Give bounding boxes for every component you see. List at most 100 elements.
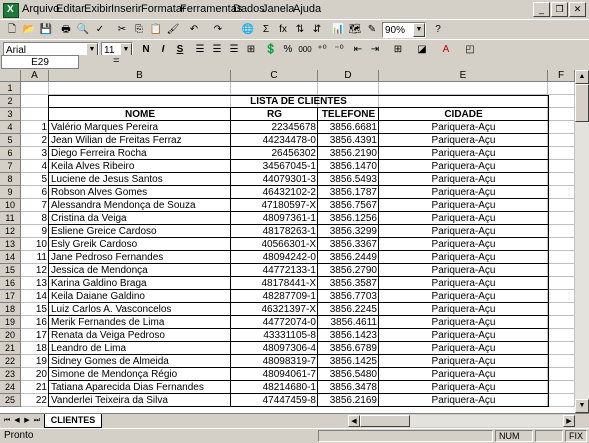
spelling-icon[interactable]: ✓ [92,22,108,38]
name-box[interactable]: E29 [1,55,79,69]
format-painter-icon[interactable]: 🖌 [165,22,181,38]
print-icon[interactable]: 🖶 [58,22,74,38]
row-header[interactable]: 21 [0,342,21,355]
first-sheet-icon[interactable]: ⏮ [2,415,12,427]
sort-ascending-icon[interactable]: ⇅ [292,22,308,38]
next-sheet-icon[interactable]: ▶ [22,415,32,427]
row-header[interactable]: 13 [0,238,21,251]
undo-icon[interactable]: ↶ [186,22,202,38]
row-header[interactable]: 17 [0,290,21,303]
row-header[interactable]: 16 [0,277,21,290]
row-header[interactable]: 20 [0,329,21,342]
vertical-scrollbar[interactable]: ▲ ▼ [575,70,589,413]
cell-number[interactable]: 12 [21,264,49,277]
row-header[interactable]: 5 [0,134,21,147]
row-header[interactable]: 8 [0,173,21,186]
cell-number[interactable]: 14 [21,290,49,303]
menu-editar[interactable]: Editar [56,3,85,15]
row-header[interactable]: 2 [0,95,21,108]
drawing-icon[interactable]: ✎ [364,22,380,38]
scroll-up-icon[interactable]: ▲ [575,70,589,84]
cell-number[interactable]: 9 [21,225,49,238]
row-header[interactable]: 25 [0,394,21,407]
row-header[interactable]: 4 [0,121,21,134]
row-header[interactable]: 12 [0,225,21,238]
chevron-down-icon[interactable]: ▼ [413,23,425,37]
hscroll-thumb[interactable] [360,415,410,427]
open-icon[interactable]: 📂 [21,22,37,38]
cell-number[interactable]: 2 [21,134,49,147]
scroll-left-icon[interactable]: ◀ [348,415,360,427]
menu-ajuda[interactable]: Ajuda [293,3,321,15]
cell-number[interactable]: 18 [21,342,49,355]
spreadsheet-grid[interactable]: A B C D E F 1 2 3 4 5 6 7 8 9 10 11 12 13 14 15 16 17 18 19 20 21 2… [0,70,575,413]
cell-number[interactable]: 21 [21,381,49,394]
last-sheet-icon[interactable]: ⏭ [32,415,42,427]
row-header[interactable]: 15 [0,264,21,277]
close-icon[interactable]: ✕ [569,2,586,17]
formula-equals[interactable]: = [113,55,119,67]
excel-icon[interactable] [3,3,19,18]
cell-number[interactable]: 7 [21,199,49,212]
row-header[interactable]: 3 [0,108,21,121]
cell-number[interactable]: 22 [21,394,49,407]
row-header[interactable]: 14 [0,251,21,264]
menu-exibir[interactable]: Exibir [84,3,112,15]
column-header-d[interactable]: D [318,70,379,82]
new-icon[interactable]: 🗋 [4,22,20,38]
row-header[interactable]: 6 [0,147,21,160]
cell-number[interactable]: 19 [21,355,49,368]
tab-clientes[interactable]: CLIENTES [44,414,102,428]
zoom-combo[interactable]: 90% ▼ [382,22,426,38]
cell-number[interactable]: 17 [21,329,49,342]
hyperlink-icon[interactable]: 🌐 [240,22,256,38]
help-icon[interactable]: ? [430,22,446,38]
chart-wizard-icon[interactable]: 📊 [330,22,346,38]
cell-number[interactable]: 4 [21,160,49,173]
horizontal-scrollbar[interactable]: ◀ ▶ [348,415,575,427]
copy-icon[interactable]: ⎘ [131,22,147,38]
menu-arquivo[interactable]: Arquivo [22,3,59,15]
paste-icon[interactable]: 📋 [148,22,164,38]
cell-number[interactable]: 5 [21,173,49,186]
row-header[interactable]: 9 [0,186,21,199]
cell-number[interactable]: 3 [21,147,49,160]
menu-formatar[interactable]: Formatar [141,3,186,15]
cell-number[interactable]: 10 [21,238,49,251]
row-header[interactable]: 19 [0,316,21,329]
row-header[interactable]: 7 [0,160,21,173]
sort-descending-icon[interactable]: ⇵ [309,22,325,38]
column-header-e[interactable]: E [379,70,548,82]
cell-number[interactable]: 13 [21,277,49,290]
print-preview-icon[interactable]: 🔍 [75,22,91,38]
menu-janela[interactable]: Janela [262,3,294,15]
row-header[interactable]: 22 [0,355,21,368]
column-header-a[interactable]: A [21,70,49,82]
cell-number[interactable]: 15 [21,303,49,316]
row-header[interactable]: 24 [0,381,21,394]
cut-icon[interactable]: ✂ [114,22,130,38]
autosum-icon[interactable]: Σ [258,22,274,38]
column-header-b[interactable]: B [49,70,231,82]
menu-inserir[interactable]: Inserir [111,3,142,15]
scroll-thumb[interactable] [575,84,589,122]
minimize-icon[interactable]: _ [533,2,550,17]
save-icon[interactable]: 💾 [38,22,54,38]
map-icon[interactable]: 🗺 [347,22,363,38]
cell-number[interactable]: 11 [21,251,49,264]
column-header-c[interactable]: C [231,70,318,82]
menu-dados[interactable]: Dados [233,3,265,15]
scroll-right-icon[interactable]: ▶ [563,415,575,427]
cell-number[interactable]: 20 [21,368,49,381]
redo-icon[interactable]: ↷ [210,22,226,38]
restore-icon[interactable]: ❐ [551,2,568,17]
row-header[interactable]: 23 [0,368,21,381]
row-header[interactable]: 18 [0,303,21,316]
column-header-f[interactable]: F [548,70,575,82]
function-icon[interactable]: fx [275,22,291,38]
select-all-corner[interactable] [0,70,21,82]
cell-number[interactable]: 16 [21,316,49,329]
row-header[interactable]: 10 [0,199,21,212]
row-header[interactable]: 11 [0,212,21,225]
prev-sheet-icon[interactable]: ◀ [12,415,22,427]
